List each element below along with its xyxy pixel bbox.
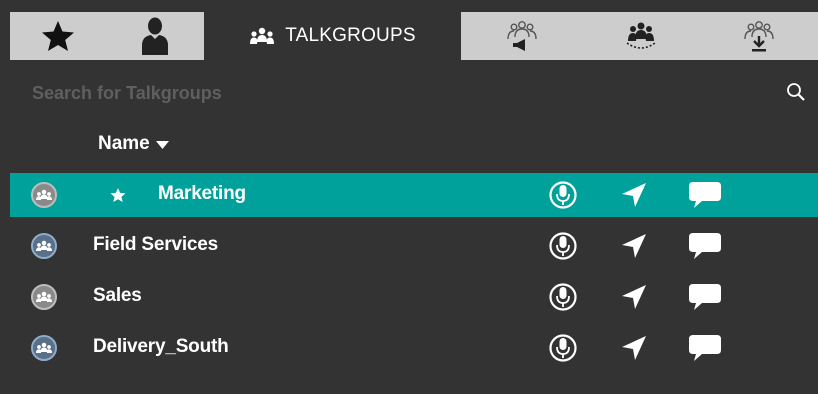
location-arrow-icon[interactable] [620, 232, 648, 260]
talkgroup-name: Sales [93, 285, 142, 306]
group-download-icon [744, 21, 774, 52]
group-avatar-icon [31, 233, 57, 259]
group-avatar-icon [31, 182, 57, 208]
talkgroup-row-sales[interactable]: Sales [10, 275, 818, 319]
search-input[interactable] [30, 80, 774, 106]
tab-contacts[interactable] [106, 12, 204, 60]
push-to-talk-icon[interactable] [548, 332, 578, 364]
push-to-talk-icon[interactable] [548, 281, 578, 313]
message-bubble-icon[interactable] [688, 282, 722, 312]
message-bubble-icon[interactable] [688, 333, 722, 363]
sort-down-icon [155, 141, 169, 149]
group-dynamic-icon [626, 22, 656, 49]
tab-talkgroups-label: TALKGROUPS [285, 25, 416, 46]
push-to-talk-icon[interactable] [548, 179, 578, 211]
location-arrow-icon[interactable] [620, 334, 648, 362]
group-icon [250, 27, 275, 44]
talkgroup-row-marketing[interactable]: Marketing [10, 173, 818, 217]
talkgroup-row-delivery-south[interactable]: Delivery_South [10, 326, 818, 370]
talkgroup-name: Marketing [158, 183, 246, 204]
search-bar [10, 68, 818, 118]
column-header-label: Name [98, 133, 150, 154]
column-header-name[interactable]: Name [98, 133, 169, 155]
message-bubble-icon[interactable] [688, 180, 722, 210]
location-arrow-icon[interactable] [620, 283, 648, 311]
tab-dynamic-groups[interactable] [582, 12, 700, 60]
star-icon [42, 21, 74, 51]
favorite-star-icon [110, 187, 126, 203]
tab-bar: TALKGROUPS [10, 12, 818, 60]
group-broadcast-icon [506, 21, 537, 51]
talkgroup-name: Delivery_South [93, 336, 229, 357]
talkgroup-row-field-services[interactable]: Field Services [10, 224, 818, 268]
tab-broadcast-groups[interactable] [461, 12, 582, 60]
push-to-talk-icon[interactable] [548, 230, 578, 262]
talkgroup-name: Field Services [93, 234, 218, 255]
message-bubble-icon[interactable] [688, 231, 722, 261]
group-avatar-icon [31, 335, 57, 361]
location-arrow-icon[interactable] [620, 181, 648, 209]
tab-favorites[interactable] [10, 12, 106, 60]
tab-talkgroups[interactable]: TALKGROUPS [204, 12, 461, 60]
person-icon [142, 17, 168, 55]
search-icon[interactable] [786, 82, 806, 102]
tab-download-groups[interactable] [700, 12, 818, 60]
group-avatar-icon [31, 284, 57, 310]
